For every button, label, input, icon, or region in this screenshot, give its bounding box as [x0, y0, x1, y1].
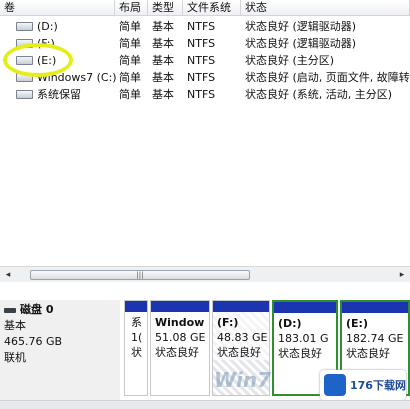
disk-info[interactable]: 磁盘 0 基本 465.76 GB 联机 — [0, 300, 120, 400]
volume-status: 状态良好 (主分区) — [245, 54, 335, 67]
partition-band — [342, 302, 408, 313]
win7-watermark: Win7 — [214, 368, 272, 392]
partition-band — [213, 301, 269, 312]
volume-name: 系统保留 — [37, 88, 81, 101]
scroll-right-arrow-icon[interactable]: ▸ — [396, 269, 408, 281]
partition-system-reserved[interactable]: 系 1( 状 — [124, 300, 148, 396]
partition-size: 1( — [131, 331, 143, 344]
partition-label: (F:) — [217, 316, 239, 329]
volume-layout: 简单 — [119, 88, 141, 101]
volume-layout: 简单 — [119, 37, 141, 50]
column-header-volume-label: 卷 — [4, 1, 15, 14]
partition-windows7[interactable]: Window 51.08 GE 状态良好 — [150, 300, 210, 396]
volume-icon — [16, 89, 33, 99]
volume-fs: NTFS — [187, 88, 216, 101]
scroll-left-arrow-icon[interactable]: ◂ — [2, 269, 14, 281]
volume-name-cell: 系统保留 — [16, 86, 116, 103]
volume-type: 基本 — [152, 54, 174, 67]
column-header-status-label: 状态 — [245, 1, 267, 14]
volume-layout: 简单 — [119, 20, 141, 33]
partition-size: 183.01 G — [278, 332, 329, 345]
volume-list: 卷 布局 类型 文件系统 状态 (D:) 简单 基本 NTFS 状态良好 (逻辑… — [0, 0, 410, 283]
column-header-status[interactable]: 状态 — [241, 0, 410, 16]
disk-size: 465.76 GB — [4, 335, 63, 348]
partition-size: 182.74 GE — [346, 332, 404, 345]
partition-status: 状态良好 — [155, 346, 199, 359]
partition-label: (E:) — [346, 317, 368, 330]
scrollbar-thumb[interactable]: ||| — [30, 270, 250, 280]
highlight-circle — [3, 43, 73, 77]
site-logo: 176下载网 — [320, 370, 406, 400]
volume-fs: NTFS — [187, 20, 216, 33]
logo-mark-icon — [324, 374, 346, 396]
column-header-type[interactable]: 类型 — [148, 0, 183, 16]
partition-band — [125, 301, 147, 312]
partition-size: 51.08 GE — [155, 331, 206, 344]
horizontal-scrollbar[interactable]: ◂ ||| ▸ — [0, 266, 410, 283]
partition-status: 状态良好 — [278, 347, 322, 360]
volume-row[interactable]: 系统保留 简单 基本 NTFS 状态良好 (系统, 活动, 主分区) — [0, 86, 410, 103]
partition-label: (D:) — [278, 317, 302, 330]
volume-type: 基本 — [152, 37, 174, 50]
volume-name-cell: (D:) — [16, 18, 116, 35]
partition-label: Window — [155, 316, 205, 329]
volume-name: (D:) — [37, 20, 58, 33]
volume-status: 状态良好 (系统, 活动, 主分区) — [245, 88, 393, 101]
volume-fs: NTFS — [187, 54, 216, 67]
volume-status: 状态良好 (逻辑驱动器) — [245, 20, 357, 33]
volume-status: 状态良好 (启动, 页面文件, 故障转 — [245, 71, 410, 84]
disk-kind: 基本 — [4, 319, 26, 332]
volume-type: 基本 — [152, 88, 174, 101]
partition-size: 48.83 GE — [217, 331, 268, 344]
disk-name: 磁盘 0 — [20, 303, 54, 316]
volume-status: 状态良好 (逻辑驱动器) — [245, 37, 357, 50]
pane-splitter[interactable] — [0, 282, 410, 294]
column-header-layout[interactable]: 布局 — [115, 0, 148, 16]
volume-fs: NTFS — [187, 71, 216, 84]
volume-type: 基本 — [152, 71, 174, 84]
disk-icon — [4, 308, 16, 313]
partition-band — [274, 302, 336, 313]
column-header-filesystem-label: 文件系统 — [187, 1, 231, 14]
column-header-type-label: 类型 — [152, 1, 174, 14]
volume-icon — [16, 21, 33, 31]
column-header-layout-label: 布局 — [119, 1, 141, 14]
volume-type: 基本 — [152, 20, 174, 33]
partition-label: 系 — [131, 316, 142, 329]
scrollbar-track[interactable]: ||| — [16, 270, 394, 280]
partition-status: 状态良好 — [217, 346, 261, 359]
volume-layout: 简单 — [119, 54, 141, 67]
partition-band — [151, 301, 209, 312]
partition-status: 状 — [131, 346, 142, 359]
volume-fs: NTFS — [187, 37, 216, 50]
partition-status: 状态良好 — [346, 347, 390, 360]
disk-state: 联机 — [4, 351, 26, 364]
volume-layout: 简单 — [119, 71, 141, 84]
logo-text: 176下载网 — [350, 379, 406, 392]
volume-row[interactable]: (D:) 简单 基本 NTFS 状态良好 (逻辑驱动器) — [0, 18, 410, 35]
column-header-volume[interactable]: 卷 — [0, 0, 115, 16]
column-header-filesystem[interactable]: 文件系统 — [183, 0, 241, 16]
